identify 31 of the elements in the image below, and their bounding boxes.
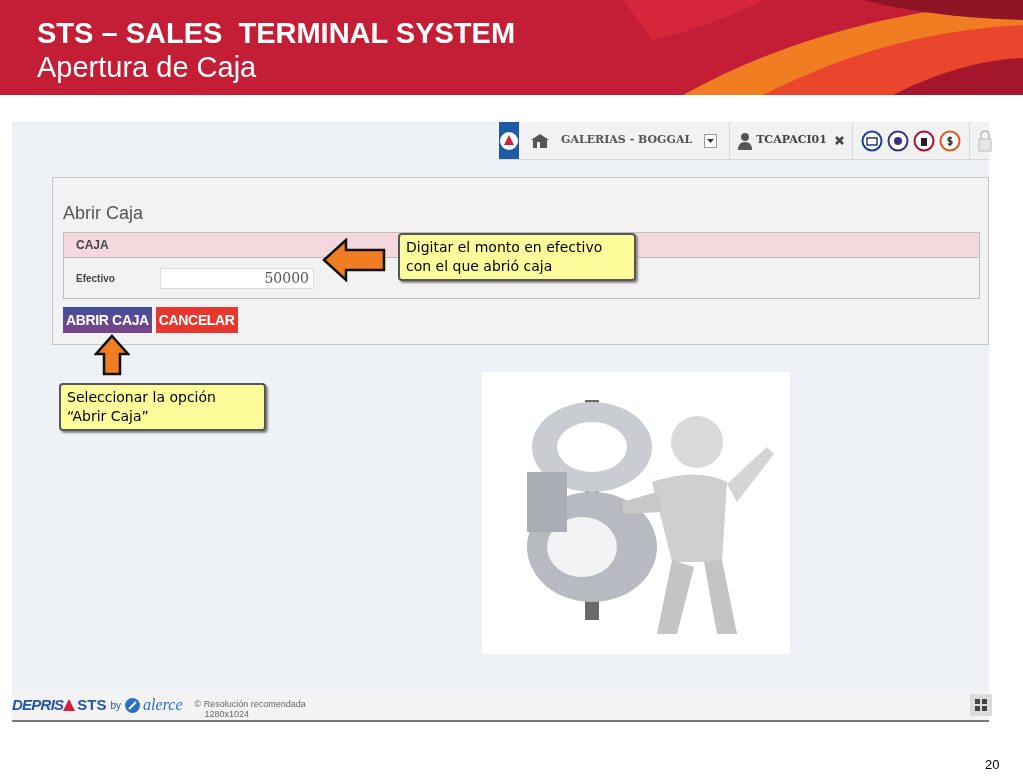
triangle-logo-icon (63, 699, 76, 711)
partner-name: alerce (143, 695, 183, 715)
slide-title: STS – SALES TERMINAL SYSTEM (37, 16, 516, 50)
brand-name: DEPRIS (12, 694, 64, 715)
form-title: Abrir Caja (63, 202, 145, 224)
grid-icon (975, 699, 987, 711)
branch-name: GALERIAS - BOGGAL (561, 132, 693, 149)
by-label: by (110, 698, 122, 713)
app-logo[interactable] (499, 122, 519, 159)
house-icon (531, 133, 549, 148)
dollar-icon[interactable] (938, 129, 961, 152)
user-icon (738, 131, 753, 150)
grid-button[interactable] (970, 694, 992, 716)
product-name: STS (77, 694, 107, 715)
resolution-value: 1280x1024 (204, 709, 251, 719)
callout-note: Seleccionar la opción “Abrir Caja” (59, 383, 266, 431)
cash-input[interactable]: 50000 (160, 267, 314, 289)
cancel-button[interactable]: CANCELAR (155, 307, 238, 333)
resolution-note: © Resolución recomendada (194, 699, 306, 709)
dropdown-button[interactable] (704, 133, 718, 148)
field-label: Efectivo (76, 271, 116, 286)
callout-note: Digitar el monto en efectivo con el que abrió caja (398, 233, 636, 281)
slide-subtitle: Apertura de Caja (37, 50, 258, 84)
user-name: TCAPACI01 (756, 132, 827, 149)
close-icon[interactable] (834, 136, 844, 145)
page-number: 20 (985, 756, 1000, 774)
partner-logo-icon (125, 697, 141, 713)
open-cash-button[interactable]: ABRIR CAJA (63, 307, 152, 333)
arrow-left-icon (322, 238, 386, 282)
caret-icon (707, 138, 715, 143)
arrow-up-icon (94, 334, 130, 376)
